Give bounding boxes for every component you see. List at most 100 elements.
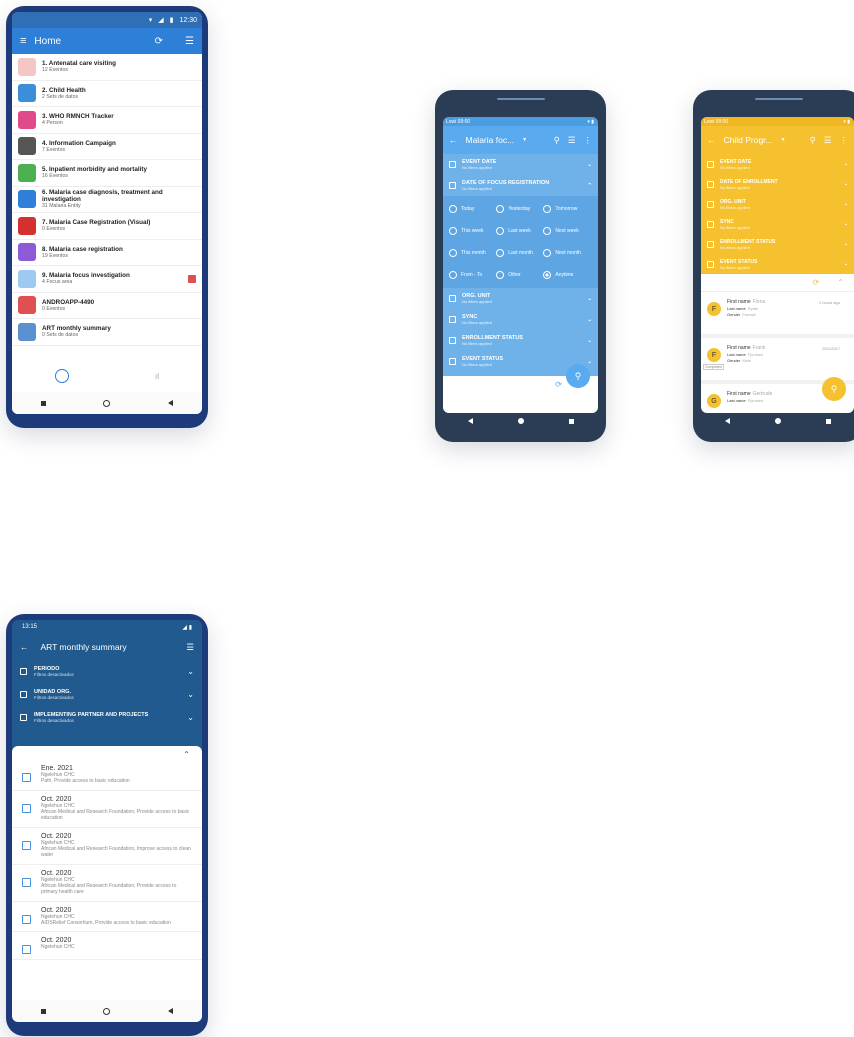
back-icon[interactable] bbox=[725, 418, 731, 424]
filter-row[interactable]: IMPLEMENTING PARTNER AND PROJECTS Filtros… bbox=[12, 706, 202, 729]
list-item[interactable]: Ene. 2021 Ngelehun CHC Path, Provide acces… bbox=[12, 760, 202, 791]
chevron-down-icon[interactable]: ⌄ bbox=[587, 162, 592, 168]
recents-icon[interactable] bbox=[40, 400, 46, 406]
filter-row[interactable]: DATE OF FOCUS REGISTRATION No filters app… bbox=[443, 175, 598, 196]
search-icon[interactable]: ⚲ bbox=[554, 135, 560, 146]
menu-icon[interactable]: ≡ bbox=[20, 35, 26, 47]
chevron-down-icon[interactable]: ⌄ bbox=[587, 359, 592, 365]
chevron-down-icon[interactable]: ⌄ bbox=[187, 667, 194, 676]
radio-option[interactable]: Yesterday bbox=[496, 205, 543, 213]
filter-row[interactable]: ENROLLMENT STATUS No filters applied ⌄ bbox=[443, 330, 598, 351]
back-icon[interactable] bbox=[168, 400, 174, 406]
home-icon[interactable] bbox=[517, 418, 524, 424]
list-item[interactable]: Oct. 2020 Ngelehun CHC bbox=[12, 932, 202, 960]
filter-row[interactable]: ORG. UNIT No filters applied ⌄ bbox=[443, 288, 598, 309]
search-fab[interactable]: ⚲ bbox=[822, 377, 846, 401]
chevron-down-icon[interactable]: ⌄ bbox=[187, 713, 194, 722]
back-arrow-icon[interactable]: ← bbox=[20, 642, 29, 652]
collapse-icon[interactable]: ⌃ bbox=[12, 750, 202, 760]
filter-row[interactable]: ENROLLMENT STATUS No filters applied ⌄ bbox=[701, 234, 854, 254]
home-icon[interactable] bbox=[774, 418, 781, 424]
programs-tab-icon[interactable] bbox=[55, 369, 69, 383]
list-item[interactable]: Oct. 2020 Ngelehun CHC African Medical and… bbox=[12, 865, 202, 902]
list-item[interactable]: 6. Malaria case diagnosis, treatment and… bbox=[12, 187, 202, 213]
filter-row[interactable]: EVENT DATE No filters applied ⌄ bbox=[701, 154, 854, 174]
collapse-icon[interactable]: ⌃ bbox=[837, 278, 844, 287]
filter-icon[interactable]: ☰ bbox=[185, 36, 194, 47]
chevron-down-icon[interactable]: ⌄ bbox=[587, 338, 592, 344]
radio-option[interactable]: Today bbox=[449, 205, 496, 213]
malaria-filter-screen: Lowi 09:00 ▾ ▮ ← Malaria foc... ▼ ⚲ ☰ ⋮ … bbox=[443, 117, 598, 413]
chevron-down-icon[interactable]: ⌄ bbox=[587, 317, 592, 323]
radio-option[interactable]: Anytime bbox=[543, 271, 590, 279]
sync-icon[interactable]: ⟳ bbox=[813, 278, 820, 287]
radio-option[interactable]: From - To bbox=[449, 271, 496, 279]
back-arrow-icon[interactable]: ← bbox=[707, 135, 716, 145]
chevron-down-icon[interactable]: ⌄ bbox=[587, 296, 592, 302]
chevron-down-icon[interactable]: ⌄ bbox=[844, 241, 848, 247]
list-item[interactable]: 8. Malaria case registration 19 Eventos bbox=[12, 240, 202, 266]
filter-row[interactable]: SYNC No filters applied ⌄ bbox=[701, 214, 854, 234]
back-icon[interactable] bbox=[467, 418, 473, 424]
radio-option[interactable]: Other bbox=[496, 271, 543, 279]
chevron-down-icon[interactable]: ⌄ bbox=[844, 161, 848, 167]
radio-option[interactable]: This month bbox=[449, 249, 496, 257]
list-item[interactable]: 4. Information Campaign 7 Eventos bbox=[12, 134, 202, 160]
list-item[interactable]: 1. Antenatal care visiting 12 Eventos bbox=[12, 54, 202, 81]
back-icon[interactable] bbox=[168, 1008, 174, 1014]
radio-option[interactable]: Last week bbox=[496, 227, 543, 235]
person-card[interactable]: F First name Fiona Last name Ryder Gender Fema… bbox=[701, 292, 854, 338]
list-item[interactable]: Oct. 2020 Ngelehun CHC AIDSRelief Consorti… bbox=[12, 902, 202, 932]
dropdown-icon[interactable]: ▼ bbox=[781, 137, 786, 143]
recents-icon[interactable] bbox=[40, 1008, 46, 1014]
home-icon[interactable] bbox=[103, 1007, 111, 1015]
recents-icon[interactable] bbox=[825, 418, 831, 424]
list-item[interactable]: ART monthly summary 0 Sets de datos bbox=[12, 319, 202, 346]
list-item[interactable]: ANDROAPP-4490 0 Eventos bbox=[12, 293, 202, 319]
list-item[interactable]: 5. Inpatient morbidity and mortality 16 E… bbox=[12, 160, 202, 187]
list-item[interactable]: 2. Child Health 2 Sets de datos bbox=[12, 81, 202, 107]
back-arrow-icon[interactable]: ← bbox=[449, 135, 458, 145]
chevron-down-icon[interactable]: ⌄ bbox=[844, 221, 848, 227]
search-fab[interactable]: ⚲ bbox=[566, 364, 590, 388]
list-item[interactable]: Oct. 2020 Ngelehun CHC African Medical and… bbox=[12, 791, 202, 828]
radio-option[interactable]: This week bbox=[449, 227, 496, 235]
filter-row[interactable]: SYNC No filters applied ⌄ bbox=[443, 309, 598, 330]
radio-option[interactable]: Next week bbox=[543, 227, 590, 235]
radio-option[interactable]: Next month bbox=[543, 249, 590, 257]
sync-icon[interactable]: ⟳ bbox=[555, 380, 562, 389]
recents-icon[interactable] bbox=[568, 418, 574, 424]
filter-row[interactable]: ORG. UNIT No filters applied ⌄ bbox=[701, 194, 854, 214]
list-item[interactable]: Oct. 2020 Ngelehun CHC African Medical and… bbox=[12, 828, 202, 865]
home-icon[interactable] bbox=[103, 399, 111, 407]
chevron-down-icon[interactable]: ⌃ bbox=[587, 183, 592, 189]
radio-option[interactable]: Last month bbox=[496, 249, 543, 257]
list-item[interactable]: 3. WHO RMNCH Tracker 4 Person bbox=[12, 107, 202, 134]
program-text: 9. Malaria focus investigation 4 Focus ar… bbox=[42, 272, 182, 285]
search-icon[interactable]: ⚲ bbox=[810, 135, 816, 146]
sync-icon[interactable]: ⟳ bbox=[155, 36, 163, 47]
gender-label: Gender bbox=[727, 358, 741, 364]
radio-option[interactable]: Tomorrow bbox=[543, 205, 590, 213]
filter-icon[interactable]: ☰ bbox=[568, 135, 576, 146]
chevron-down-icon[interactable]: ⌄ bbox=[844, 201, 848, 207]
calendar-icon[interactable] bbox=[188, 274, 196, 283]
dropdown-icon[interactable]: ▼ bbox=[522, 137, 527, 143]
filter-row[interactable]: UNIDAD ORG. Filtros desactivados ⌄ bbox=[12, 683, 202, 706]
more-icon[interactable]: ⋮ bbox=[840, 135, 849, 146]
filter-row[interactable]: EVENT STATUS No filters applied ⌄ bbox=[701, 254, 854, 274]
filter-icon[interactable]: ☰ bbox=[186, 642, 194, 653]
filter-icon[interactable]: ☰ bbox=[824, 135, 832, 146]
filter-status: No filters applied bbox=[462, 299, 492, 304]
list-item[interactable]: 9. Malaria focus investigation 4 Focus ar… bbox=[12, 266, 202, 293]
chevron-down-icon[interactable]: ⌄ bbox=[844, 181, 848, 187]
chevron-down-icon[interactable]: ⌄ bbox=[187, 690, 194, 699]
filter-row[interactable]: EVENT DATE No filters applied ⌄ bbox=[443, 154, 598, 175]
more-icon[interactable]: ⋮ bbox=[584, 135, 593, 146]
chevron-down-icon[interactable]: ⌄ bbox=[844, 261, 848, 267]
filter-row[interactable]: DATE OF ENROLLMENT No filters applied ⌄ bbox=[701, 174, 854, 194]
filter-row[interactable]: PERIODO Filtros desactivados ⌄ bbox=[12, 660, 202, 683]
stats-tab-icon[interactable]: ıl bbox=[155, 372, 159, 381]
program-name: 3. WHO RMNCH Tracker bbox=[42, 113, 114, 121]
list-item[interactable]: 7. Malaria Case Registration (Visual) 0 E… bbox=[12, 213, 202, 240]
